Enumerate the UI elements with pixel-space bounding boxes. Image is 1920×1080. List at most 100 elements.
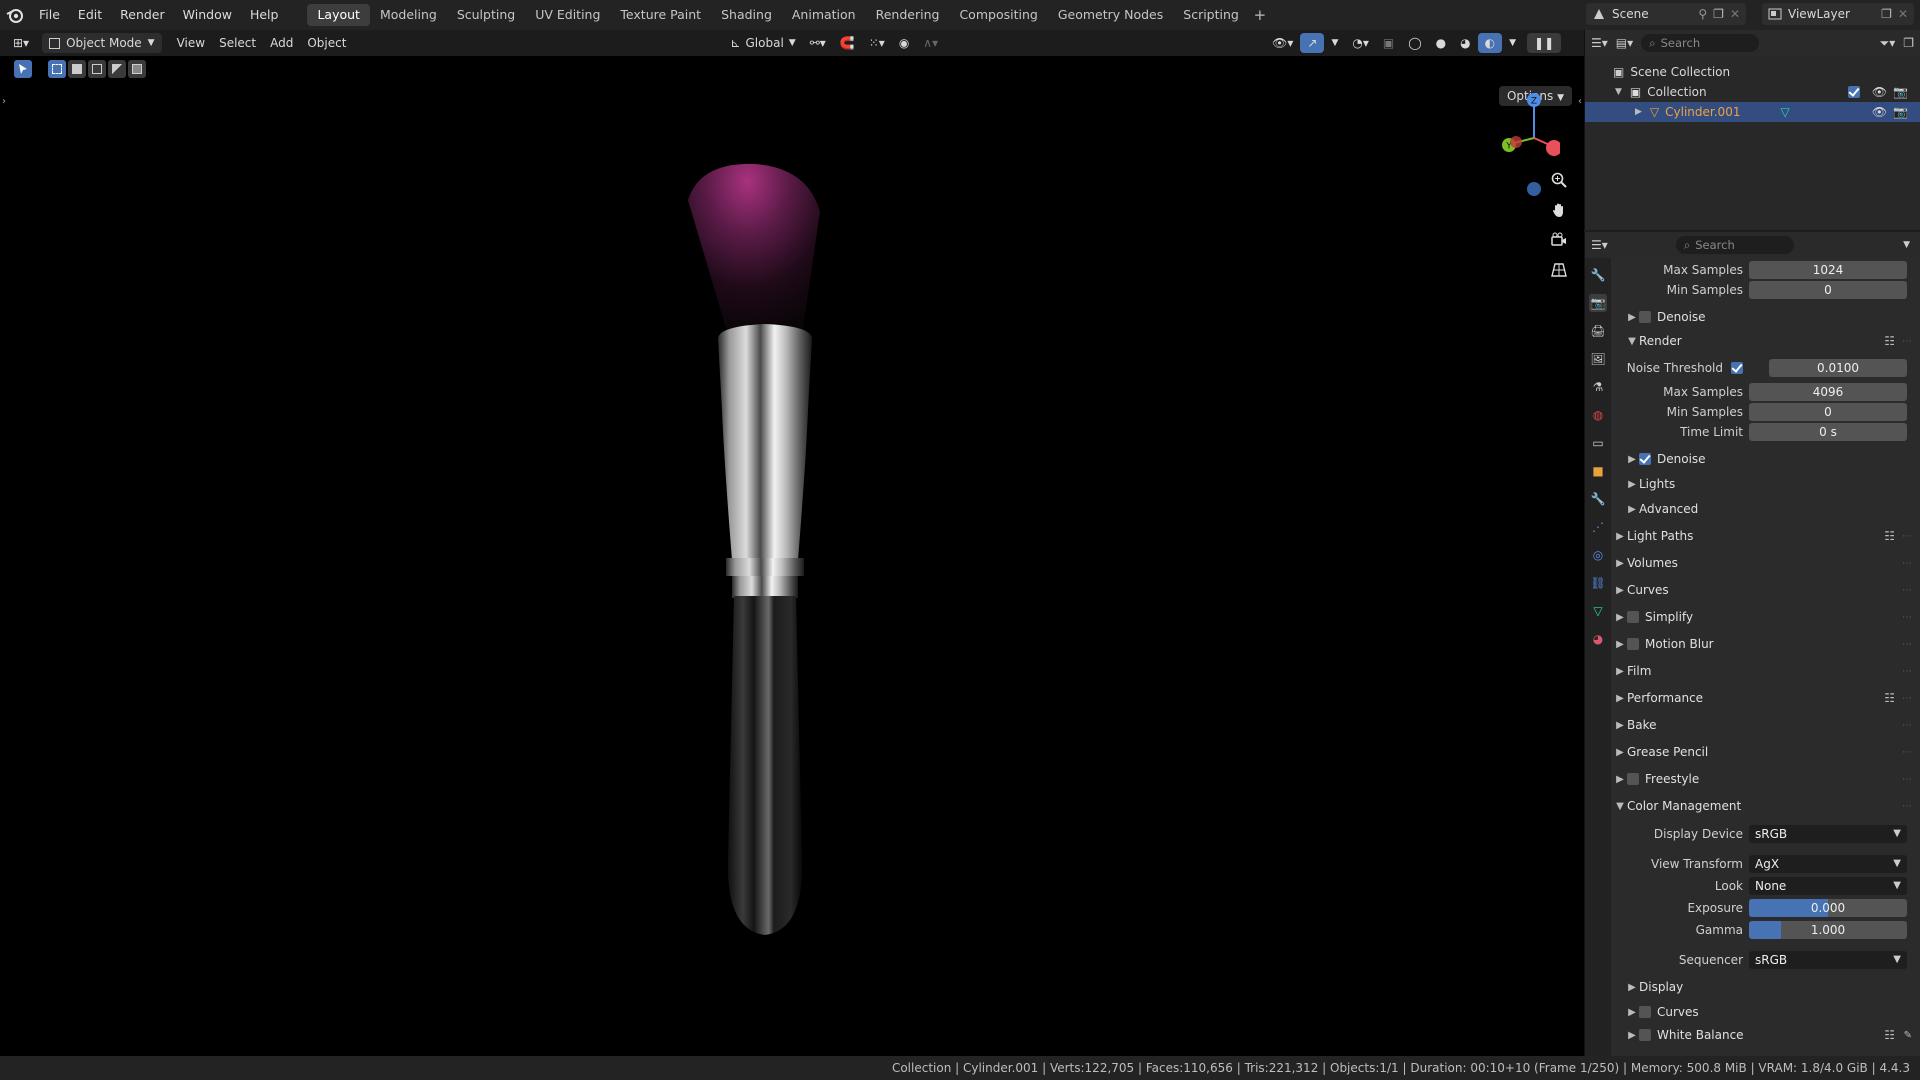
viewport-denoise-checkbox[interactable] (1639, 311, 1651, 323)
chevron-down-icon[interactable]: ▼ (1903, 240, 1914, 250)
overlay-toggle-icon[interactable]: ◔▾ (1345, 33, 1376, 53)
scene-collection-row[interactable]: ▣ Scene Collection (1585, 62, 1920, 82)
solid-shading-icon[interactable]: ● (1429, 33, 1453, 53)
xray-icon[interactable]: ▣ (1376, 33, 1401, 53)
outliner-object-row[interactable]: ▶ ▽ Cylinder.001 ▽ 👁 📷 (1585, 102, 1920, 122)
falloff-icon[interactable]: ∧▾ (916, 33, 945, 53)
film-panel[interactable]: ▶ Film ⋯ (1613, 660, 1919, 682)
time-limit-field[interactable]: 0 s (1749, 423, 1907, 441)
physics-tab-icon[interactable]: ◎ (1589, 546, 1607, 564)
perspective-grid-icon[interactable] (1548, 260, 1570, 280)
curves-subpanel[interactable]: ▶ Curves (1625, 1001, 1919, 1023)
snap-icon[interactable]: 🧲 (833, 33, 862, 53)
tab-scripting[interactable]: Scripting (1173, 4, 1249, 26)
scene-selector[interactable]: Scene ⚲ ❐ ✕ (1586, 3, 1746, 25)
collection-row[interactable]: ▼ ▣ Collection 👁 📷 (1585, 82, 1920, 102)
select-extend-icon[interactable] (68, 60, 86, 78)
eye-icon[interactable]: 👁 (1872, 85, 1887, 99)
render-tab-icon[interactable]: 📷 (1589, 294, 1607, 312)
zoom-icon[interactable] (1548, 170, 1570, 190)
filter-icon[interactable]: ⏷▾ (1880, 36, 1896, 51)
3d-viewport[interactable]: ⊞▾ Object Mode ▼ View Select Add Object … (0, 30, 1584, 1056)
drag-handle-icon[interactable]: ⋯ (1902, 666, 1913, 677)
properties-editor-type-icon[interactable]: ☰▾ (1591, 238, 1608, 252)
performance-panel[interactable]: ▶ Performance ☷ ⋯ (1613, 687, 1919, 709)
gizmo-toggle-icon[interactable]: ↗ (1300, 33, 1325, 53)
outliner-editor-type-icon[interactable]: ☰▾ (1591, 36, 1608, 50)
remove-view-layer-icon[interactable]: ✕ (1898, 7, 1914, 21)
add-workspace-icon[interactable]: + (1249, 6, 1271, 24)
drag-handle-icon[interactable]: ⋯ (1902, 558, 1913, 569)
shading-dropdown-icon[interactable]: ▼ (1502, 33, 1523, 53)
menu-object[interactable]: Object (300, 33, 353, 53)
collapse-sidebar-icon[interactable]: ‹ (1578, 96, 1582, 107)
transform-orientation-dropdown[interactable]: ⊾ Global ▼ (723, 33, 802, 53)
curves-checkbox[interactable] (1639, 1006, 1651, 1018)
drag-handle-icon[interactable]: ⋯ (1902, 774, 1913, 785)
motion-blur-checkbox[interactable] (1627, 638, 1639, 650)
rendered-brush-object[interactable] (680, 160, 850, 990)
collection-tab-icon[interactable]: ▭ (1589, 434, 1607, 452)
viewport-min-samples-field[interactable]: 0 (1749, 281, 1907, 299)
eye-icon[interactable]: 👁 (1872, 105, 1887, 119)
drag-handle-icon[interactable]: ⋯ (1902, 693, 1913, 704)
select-tool-icon[interactable] (14, 60, 32, 78)
grease-pencil-panel[interactable]: ▶ Grease Pencil ⋯ (1613, 741, 1919, 763)
simplify-panel[interactable]: ▶ Simplify ⋯ (1613, 606, 1919, 628)
noise-threshold-checkbox[interactable] (1731, 362, 1743, 374)
tab-layout[interactable]: Layout (307, 4, 370, 26)
drag-handle-icon[interactable]: ⋯ (1902, 720, 1913, 731)
constraints-tab-icon[interactable]: ⛓ (1589, 574, 1607, 592)
sequencer-dropdown[interactable]: sRGB ▼ (1749, 951, 1907, 969)
bake-panel[interactable]: ▶ Bake ⋯ (1613, 714, 1919, 736)
new-collection-icon[interactable]: ❐ (1903, 36, 1914, 50)
motion-blur-panel[interactable]: ▶ Motion Blur ⋯ (1613, 633, 1919, 655)
exposure-slider[interactable]: 0.000 (1749, 899, 1907, 917)
rendered-shading-icon[interactable]: ◐ (1477, 33, 1503, 53)
tab-sculpting[interactable]: Sculpting (447, 4, 525, 26)
simplify-checkbox[interactable] (1627, 611, 1639, 623)
gamma-slider[interactable]: 1.000 (1749, 921, 1907, 939)
curves-panel[interactable]: ▶ Curves ⋯ (1613, 579, 1919, 601)
white-balance-subpanel[interactable]: ▶ White Balance ☷ ✎ (1625, 1024, 1919, 1046)
object-tab-icon[interactable]: ■ (1589, 462, 1607, 480)
tab-geometry-nodes[interactable]: Geometry Nodes (1048, 4, 1173, 26)
pan-hand-icon[interactable] (1548, 200, 1570, 220)
material-tab-icon[interactable]: ◕ (1589, 630, 1607, 648)
eyedropper-icon[interactable]: ✎ (1904, 1030, 1913, 1041)
camera-view-icon[interactable] (1548, 230, 1570, 250)
select-new-icon[interactable] (48, 60, 66, 78)
tool-tab-icon[interactable]: 🔧 (1589, 266, 1607, 284)
freestyle-panel[interactable]: ▶ Freestyle ⋯ (1613, 768, 1919, 790)
render-min-samples-field[interactable]: 0 (1749, 403, 1907, 421)
menu-file[interactable]: File (30, 4, 69, 26)
pin-icon[interactable]: ⚲ (1698, 7, 1707, 21)
color-management-panel[interactable]: ▼ Color Management ⋯ (1613, 795, 1919, 817)
menu-view[interactable]: View (170, 33, 212, 53)
drag-handle-icon[interactable]: ⋯ (1902, 531, 1913, 542)
collapse-toolbar-icon[interactable]: › (2, 96, 6, 107)
render-denoise-subpanel[interactable]: ▶ Denoise (1625, 448, 1919, 470)
expand-arrow-icon[interactable]: ▼ (1615, 87, 1622, 97)
display-subpanel[interactable]: ▶ Display (1625, 976, 1919, 998)
world-tab-icon[interactable]: ◍ (1589, 406, 1607, 424)
new-scene-icon[interactable]: ❐ (1713, 7, 1724, 21)
tab-modeling[interactable]: Modeling (370, 4, 447, 26)
presets-list-icon[interactable]: ☷ (1884, 334, 1895, 348)
tab-shading[interactable]: Shading (711, 4, 782, 26)
presets-list-icon[interactable]: ☷ (1884, 691, 1895, 705)
tab-animation[interactable]: Animation (782, 4, 866, 26)
wireframe-shading-icon[interactable]: ◯ (1401, 33, 1428, 53)
visibility-icon[interactable]: 👁▾ (1265, 33, 1300, 53)
lights-subpanel[interactable]: ▶ Lights (1625, 473, 1919, 495)
remove-scene-icon[interactable]: ✕ (1730, 7, 1746, 21)
drag-handle-icon[interactable]: ⋯ (1902, 639, 1913, 650)
drag-handle-icon[interactable]: ⋯ (1902, 747, 1913, 758)
mesh-data-tab-icon[interactable]: ▽ (1589, 602, 1607, 620)
particles-tab-icon[interactable]: ⋰ (1589, 518, 1607, 536)
outliner-search-input[interactable]: ⌕ Search (1641, 34, 1760, 52)
editor-type-icon[interactable]: ⊞▾ (6, 33, 36, 53)
tab-compositing[interactable]: Compositing (949, 4, 1047, 26)
freestyle-checkbox[interactable] (1627, 773, 1639, 785)
drag-handle-icon[interactable]: ⋯ (1902, 612, 1913, 623)
